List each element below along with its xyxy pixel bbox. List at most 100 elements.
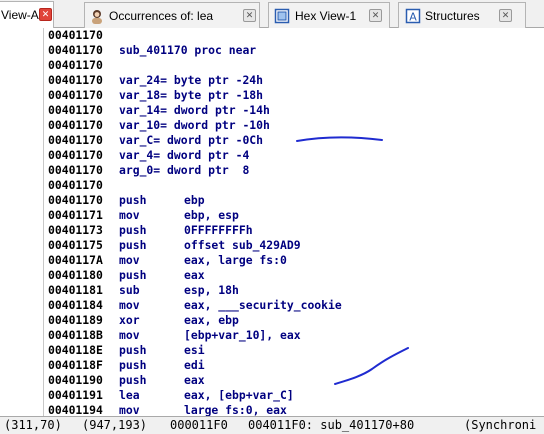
tab-occurrences[interactable]: Occurrences of: lea ✕	[84, 2, 260, 28]
status-sync: (Synchroni	[464, 418, 537, 432]
instruction-operands: eax, large fs:0	[184, 253, 287, 267]
listing-line[interactable]: 00401190 push eax	[48, 373, 544, 388]
declaration-text: var_4= dword ptr -4	[119, 148, 250, 162]
close-icon[interactable]: ✕	[243, 9, 256, 22]
listing-line[interactable]: 00401170	[48, 58, 544, 73]
line-address: 00401170	[48, 88, 103, 102]
listing-line[interactable]: 0040118F push edi	[48, 358, 544, 373]
line-address: 00401189	[48, 313, 103, 327]
status-location: 004011F0: sub_401170+80	[248, 418, 415, 432]
listing-line[interactable]: 00401170 var_C= dword ptr -0Ch	[48, 133, 544, 148]
disassembly-listing[interactable]: 00401170 00401170 sub_401170 proc near 0040…	[0, 28, 544, 416]
close-icon[interactable]: ✕	[39, 8, 52, 21]
line-address: 00401180	[48, 268, 103, 282]
line-address: 00401181	[48, 283, 103, 297]
line-address: 00401173	[48, 223, 103, 237]
line-address: 00401170	[48, 148, 103, 162]
listing-line[interactable]: 0040117A mov eax, large fs:0	[48, 253, 544, 268]
status-cursor: (311,70)	[4, 418, 62, 432]
line-address: 00401170	[48, 73, 103, 87]
listing-line[interactable]: 00401170 var_4= dword ptr -4	[48, 148, 544, 163]
tab-label: Hex View-1	[295, 9, 357, 23]
tab-label: View-A	[1, 8, 39, 22]
line-address: 0040118F	[48, 358, 103, 372]
declaration-text: var_18= byte ptr -18h	[119, 88, 264, 102]
line-address: 00401170	[48, 28, 103, 42]
line-address: 0040118E	[48, 343, 103, 357]
instruction-mnemonic: xor	[119, 313, 140, 327]
instruction-mnemonic: push	[119, 223, 147, 237]
instruction-operands: eax, [ebp+var_C]	[184, 388, 294, 402]
listing-line[interactable]: 00401170 sub_401170 proc near	[48, 43, 544, 58]
instruction-operands: eax, ebp	[184, 313, 239, 327]
close-icon[interactable]: ✕	[499, 9, 512, 22]
instruction-mnemonic: mov	[119, 208, 140, 222]
declaration-text: arg_0= dword ptr 8	[119, 163, 250, 177]
line-address: 00401175	[48, 238, 103, 252]
declaration-text: var_24= byte ptr -24h	[119, 73, 264, 87]
listing-line[interactable]: 00401170 arg_0= dword ptr 8	[48, 163, 544, 178]
listing-line[interactable]: 00401170	[48, 178, 544, 193]
listing-line[interactable]: 00401170 var_10= dword ptr -10h	[48, 118, 544, 133]
tab-bar: View-A ✕ Occurrences of: lea ✕ Hex View-…	[0, 0, 544, 28]
instruction-mnemonic: push	[119, 343, 147, 357]
line-address: 00401170	[48, 178, 103, 192]
listing-line[interactable]: 0040118E push esi	[48, 343, 544, 358]
hex-view-icon	[274, 8, 290, 24]
line-address: 0040117A	[48, 253, 103, 267]
declaration-text: var_10= dword ptr -10h	[119, 118, 270, 132]
instruction-mnemonic: mov	[119, 328, 140, 342]
instruction-mnemonic: push	[119, 238, 147, 252]
instruction-operands: 0FFFFFFFFh	[184, 223, 253, 237]
line-address: 00401170	[48, 163, 103, 177]
line-address: 00401184	[48, 298, 103, 312]
instruction-operands: ebp, esp	[184, 208, 239, 222]
listing-line[interactable]: 00401191 lea eax, [ebp+var_C]	[48, 388, 544, 403]
line-address: 00401170	[48, 103, 103, 117]
instruction-mnemonic: mov	[119, 403, 140, 416]
instruction-operands: eax, ___security_cookie	[184, 298, 342, 312]
line-address: 00401190	[48, 373, 103, 387]
instruction-mnemonic: push	[119, 373, 147, 387]
instruction-operands: eax	[184, 268, 205, 282]
instruction-operands: ebp	[184, 193, 205, 207]
declaration-text: var_14= dword ptr -14h	[119, 103, 270, 117]
listing-line[interactable]: 0040118B mov [ebp+var_10], eax	[48, 328, 544, 343]
listing-line[interactable]: 00401170 var_18= byte ptr -18h	[48, 88, 544, 103]
instruction-operands: large fs:0, eax	[184, 403, 287, 416]
listing-line[interactable]: 00401170	[48, 28, 544, 43]
listing-line[interactable]: 00401175 push offset sub_429AD9	[48, 238, 544, 253]
tab-ida-view-a[interactable]: View-A ✕	[0, 1, 54, 28]
status-offset: 000011F0	[170, 418, 228, 432]
listing-line[interactable]: 00401189 xor eax, ebp	[48, 313, 544, 328]
status-bar: (311,70) (947,193) 000011F0 004011F0: su…	[0, 416, 544, 434]
arrows-gutter	[0, 28, 44, 416]
listing-line[interactable]: 00401170 var_14= dword ptr -14h	[48, 103, 544, 118]
instruction-operands: offset sub_429AD9	[184, 238, 301, 252]
listing-line[interactable]: 00401180 push eax	[48, 268, 544, 283]
instruction-mnemonic: mov	[119, 253, 140, 267]
line-address: 0040118B	[48, 328, 103, 342]
svg-text:A: A	[409, 11, 417, 24]
listing-line[interactable]: 00401170 push ebp	[48, 193, 544, 208]
line-address: 00401194	[48, 403, 103, 416]
line-address: 00401170	[48, 43, 103, 57]
tab-structures[interactable]: A Structures ✕	[398, 2, 526, 28]
listing-line[interactable]: 00401173 push 0FFFFFFFFh	[48, 223, 544, 238]
instruction-mnemonic: lea	[119, 388, 140, 402]
listing-line[interactable]: 00401171 mov ebp, esp	[48, 208, 544, 223]
listing-line[interactable]: 00401181 sub esp, 18h	[48, 283, 544, 298]
line-address: 00401170	[48, 118, 103, 132]
tab-label: Occurrences of: lea	[109, 9, 214, 23]
tab-hex-view[interactable]: Hex View-1 ✕	[268, 2, 390, 28]
line-address: 00401170	[48, 58, 103, 72]
instruction-operands: [ebp+var_10], eax	[184, 328, 301, 342]
listing-line[interactable]: 00401194 mov large fs:0, eax	[48, 403, 544, 416]
tab-label: Structures	[425, 9, 480, 23]
close-icon[interactable]: ✕	[369, 9, 382, 22]
instruction-mnemonic: push	[119, 358, 147, 372]
listing-line[interactable]: 00401170 var_24= byte ptr -24h	[48, 73, 544, 88]
instruction-operands: esp, 18h	[184, 283, 239, 297]
listing-line[interactable]: 00401184 mov eax, ___security_cookie	[48, 298, 544, 313]
declaration-text: sub_401170 proc near	[119, 43, 257, 57]
